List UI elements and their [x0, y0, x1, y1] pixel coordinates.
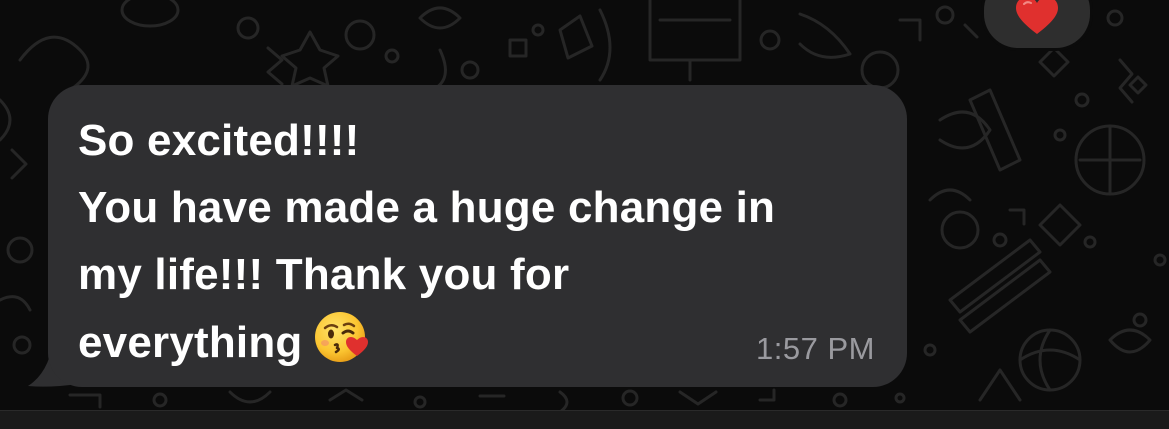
incoming-message-bubble[interactable]: So excited!!!! You have made a huge chan… [48, 85, 907, 387]
red-heart-icon [1016, 0, 1058, 34]
message-line: You have made a huge change in [78, 183, 776, 232]
message-timestamp: 1:57 PM [756, 331, 875, 366]
kissing-face-with-heart-icon [313, 308, 371, 385]
bottom-bar [0, 410, 1169, 429]
message-line: my life!!! Thank you for [78, 250, 570, 299]
reaction-badge[interactable] [984, 0, 1090, 48]
message-line: So excited!!!! [78, 116, 360, 165]
message-line-text: everything [78, 318, 303, 367]
